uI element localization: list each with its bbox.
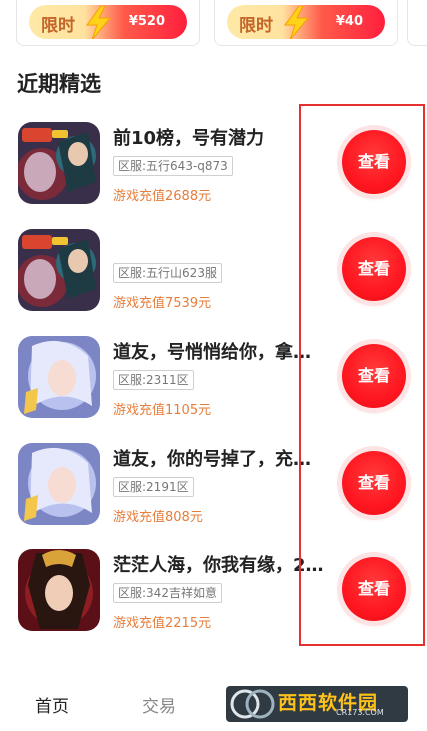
promo-price: ¥520	[128, 14, 165, 29]
list-item[interactable]: 道友，你的号掉了，充… 区服:2191区 游戏充值808元 查看	[0, 443, 427, 539]
list-item[interactable]: 前10榜，号有潜力 区服:五行643-q873 游戏充值2688元 查看	[0, 122, 427, 218]
server-tag: 区服:2311区	[113, 370, 194, 390]
promo-pill: 限时 ¥40	[227, 5, 385, 39]
promo-pill: 限时 ¥520	[29, 5, 187, 39]
fairy-girl-icon	[18, 336, 100, 418]
promo-card[interactable]: 限时 ¥40	[214, 0, 398, 46]
fairy-girl-icon	[18, 443, 100, 525]
recharge-amount: 游戏充值7539元	[113, 296, 212, 311]
view-button[interactable]: 查看	[342, 344, 406, 408]
empress-icon	[18, 549, 100, 631]
lightning-icon	[284, 6, 310, 39]
promo-price: ¥40	[335, 14, 363, 29]
view-button[interactable]: 查看	[342, 557, 406, 621]
promo-card[interactable]: 限时 ¥520	[16, 0, 200, 46]
promo-label: 限时	[239, 16, 273, 36]
server-tag: 区服:342吉祥如意	[113, 583, 222, 603]
tab-trade[interactable]: 交易	[142, 692, 176, 717]
watermark-url: CR173.COM	[336, 708, 384, 717]
promo-card-partial[interactable]	[407, 0, 427, 46]
promo-label: 限时	[41, 16, 75, 36]
recharge-amount: 游戏充值1105元	[113, 403, 212, 418]
game-title: 前10榜，号有潜力	[113, 128, 265, 149]
game-title: 道友，号悄悄给你，拿…	[113, 342, 311, 363]
three-kingdoms-icon	[18, 122, 100, 204]
game-title: 茫茫人海，你我有缘，2…	[113, 555, 324, 576]
lightning-icon	[86, 6, 112, 39]
list-item[interactable]: 道友，号悄悄给你，拿… 区服:2311区 游戏充值1105元 查看	[0, 336, 427, 432]
section-title: 近期精选	[17, 72, 101, 96]
recharge-amount: 游戏充值808元	[113, 510, 203, 525]
list-item[interactable]: 茫茫人海，你我有缘，2… 区服:342吉祥如意 游戏充值2215元 查看	[0, 549, 427, 645]
recharge-amount: 游戏充值2215元	[113, 616, 212, 631]
view-button[interactable]: 查看	[342, 237, 406, 301]
server-tag: 区服:五行山623服	[113, 263, 222, 283]
three-kingdoms-icon	[18, 229, 100, 311]
recharge-amount: 游戏充值2688元	[113, 189, 212, 204]
server-tag: 区服:2191区	[113, 477, 194, 497]
watermark-logo: 西西软件园 CR173.COM	[226, 686, 408, 722]
cr173-logo-icon	[230, 689, 275, 719]
tab-home[interactable]: 首页	[35, 692, 69, 717]
list-item[interactable]: 区服:五行山623服 游戏充值7539元 查看	[0, 229, 427, 325]
server-tag: 区服:五行643-q873	[113, 156, 233, 176]
game-title: 道友，你的号掉了，充…	[113, 449, 311, 470]
view-button[interactable]: 查看	[342, 451, 406, 515]
view-button[interactable]: 查看	[342, 130, 406, 194]
